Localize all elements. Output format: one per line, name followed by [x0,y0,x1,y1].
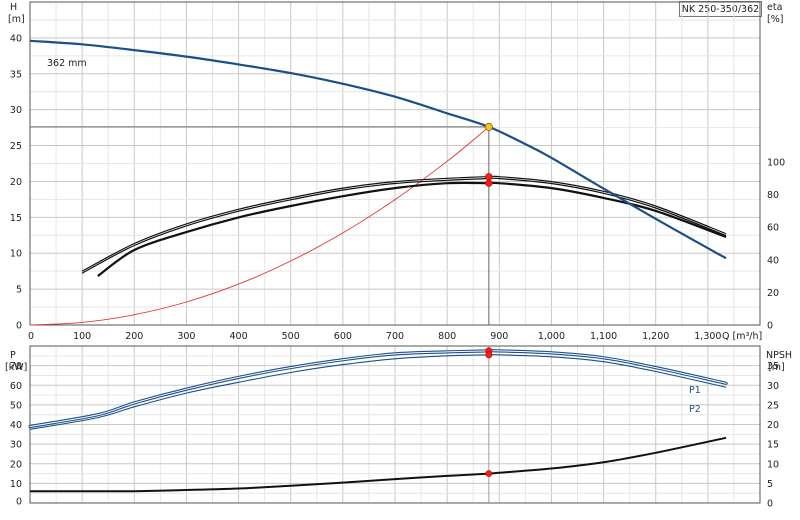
eta-tick-label: 60 [767,223,779,234]
grid-lines [29,1,761,504]
x-tick-label: 1,100 [590,331,617,342]
power-tick-label: 60 [10,381,22,392]
p1-series-label: P1 [689,385,701,396]
impeller-diameter-label: 362 mm [47,58,87,69]
x-tick-label: 200 [125,331,143,342]
power-tick-label: 70 [10,361,22,372]
x-tick-label: 900 [490,331,508,342]
power-tick-label: 0 [16,497,22,508]
npsh-tick-label: 0 [767,499,773,510]
x-tick-label: 500 [282,331,300,342]
duty-point-marker [484,122,493,131]
x-tick-label: 300 [177,331,195,342]
pump-curve-plot: H[m]eta[%]Q [m³/h]0 100 200 300 400 500 600 700… [5,1,792,510]
head-tick-label: 5 [16,285,22,296]
eta-tick-label: 40 [767,255,779,266]
efficiency-duty-marker [485,173,493,181]
head-tick-label: 20 [10,177,22,188]
head-tick-label: 15 [10,213,22,224]
eta-tick-label: 100 [767,158,785,169]
npsh-tick-label: 10 [767,459,779,470]
npsh-tick-label: 25 [767,400,779,411]
npsh-tick-label: 30 [767,381,779,392]
power-tick-label: 40 [10,420,22,431]
power-tick-label: 10 [10,479,22,490]
flow-axis-label: Q [m³/h] [722,331,762,342]
x-tick-label: 1,000 [538,331,565,342]
efficiency-duty-marker [485,179,493,187]
eta-tick-label: 20 [767,288,779,299]
npsh-tick-label: 15 [767,440,779,451]
eta-tick-label: 80 [767,190,779,201]
power-duty-marker [485,351,493,359]
x-tick-label: 1,300 [694,331,721,342]
power-tick-label: 50 [10,400,22,411]
pump-curve-figure: NK 250-350/362 H [m] eta [%] Q [m³/h] 0 100 200… [0,0,800,520]
npsh-axis-label: NPSH [766,350,792,361]
efficiency-curve-lower [97,181,727,277]
power-tick-label: 30 [10,440,22,451]
system-curve [29,126,490,326]
eta-axis-unit: [%] [767,14,783,25]
p2-series-label: P2 [689,404,701,415]
head-tick-label: 35 [10,69,22,80]
x-tick-label: 600 [334,331,352,342]
head-tick-label: 30 [10,105,22,116]
npsh-tick-label: 35 [767,361,779,372]
head-axis-label: H [10,2,17,13]
x-tick-label: 800 [438,331,456,342]
x-tick-label: 0 [28,331,34,342]
eta-tick-label: 0 [767,321,773,332]
eta-axis-label: eta [767,2,782,13]
npsh-tick-label: 20 [767,420,779,431]
head-tick-label: 10 [10,249,22,260]
head-axis-unit: [m] [8,14,25,25]
x-tick-label: 400 [230,331,248,342]
npsh-tick-label: 5 [767,479,773,490]
npsh-duty-marker [485,470,493,477]
head-tick-label: 40 [10,33,22,44]
head-tick-label: 0 [16,321,22,332]
head-tick-label: 25 [10,141,22,152]
x-tick-label: 100 [73,331,91,342]
x-tick-label: 1,200 [642,331,669,342]
power-tick-label: 20 [10,459,22,470]
x-tick-label: 700 [386,331,404,342]
power-axis-label: P [10,350,16,361]
